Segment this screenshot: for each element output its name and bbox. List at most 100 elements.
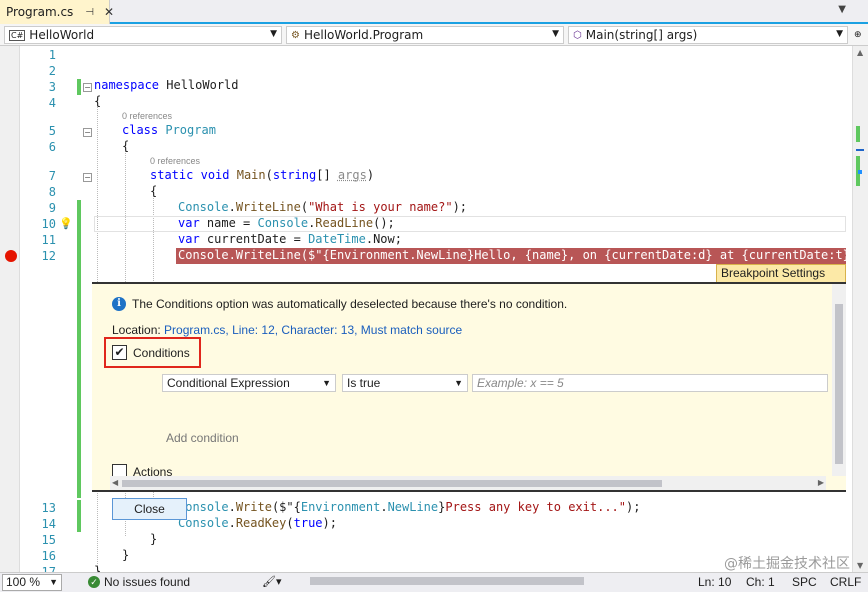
code-line: var name = Console.ReadLine(); <box>178 216 395 230</box>
column-indicator[interactable]: Ch: 1 <box>746 575 775 589</box>
scrollbar-thumb[interactable] <box>122 480 662 487</box>
collapse-icon[interactable]: − <box>83 173 92 182</box>
code-line: } <box>122 548 130 562</box>
navigation-bar: C# HelloWorld ▼ ⚙ HelloWorld.Program ▼ ⬡… <box>0 24 868 46</box>
member-dropdown[interactable]: ⬡ Main(string[] args) ▼ <box>568 26 848 44</box>
code-line: { <box>122 139 130 153</box>
split-window-icon[interactable]: ⊕ <box>854 30 864 40</box>
change-indicator <box>77 500 81 532</box>
code-line: Console.WriteLine("What is your name?"); <box>178 200 468 214</box>
line-number: 12 <box>41 249 56 263</box>
chevron-down-icon: ▼ <box>552 29 559 39</box>
code-line-breakpoint: Console.WriteLine($"{Environment.NewLine… <box>178 248 846 262</box>
line-number: 6 <box>48 140 56 154</box>
chevron-down-icon: ▼ <box>270 29 277 39</box>
line-indicator[interactable]: Ln: 10 <box>698 575 731 589</box>
project-dropdown[interactable]: C# HelloWorld ▼ <box>4 26 282 44</box>
line-number: 4 <box>48 96 56 110</box>
code-line: namespace HelloWorld <box>94 78 239 92</box>
scroll-left-icon[interactable]: ◀ <box>112 478 118 487</box>
zoom-dropdown[interactable]: 100 % ▼ <box>2 574 62 591</box>
whitespace-mode[interactable]: SPC <box>792 575 817 589</box>
breakpoint-icon[interactable] <box>5 250 17 262</box>
conditions-label[interactable]: Conditions <box>133 346 190 360</box>
info-message: The Conditions option was automatically … <box>132 297 568 311</box>
change-indicator <box>77 79 81 95</box>
line-number: 3 <box>48 80 56 94</box>
class-icon: ⚙ <box>291 29 300 41</box>
editor-vertical-scrollbar[interactable]: ▲ ▼ <box>852 46 868 572</box>
condition-operator-select[interactable]: Is true ▼ <box>342 374 468 392</box>
class-dropdown[interactable]: ⚙ HelloWorld.Program ▼ <box>286 26 564 44</box>
check-circle-icon: ✓ <box>88 576 100 588</box>
line-number: 14 <box>41 517 56 531</box>
line-number: 1 <box>48 48 56 62</box>
close-icon[interactable]: ✕ <box>104 5 114 19</box>
line-number: 11 <box>41 233 56 247</box>
line-number: 13 <box>41 501 56 515</box>
tab-program-cs[interactable]: Program.cs ⊣ ✕ <box>0 0 114 24</box>
scroll-right-icon[interactable]: ▶ <box>818 478 824 487</box>
chevron-down-icon: ▼ <box>836 29 843 39</box>
caret-marker <box>856 149 864 151</box>
change-marker <box>856 126 860 142</box>
breakpoint-margin[interactable] <box>0 46 20 572</box>
member-name: Main(string[] args) <box>585 28 698 42</box>
line-number: 15 <box>41 533 56 547</box>
code-line: class Program <box>122 123 216 137</box>
line-ending[interactable]: CRLF <box>830 575 861 589</box>
scrollbar-thumb[interactable] <box>835 304 843 464</box>
pin-icon[interactable]: ⊣ <box>85 7 94 18</box>
class-name: HelloWorld.Program <box>303 28 424 42</box>
scroll-down-icon[interactable]: ▼ <box>857 561 863 570</box>
chevron-down-icon: ▼ <box>322 378 331 388</box>
scroll-up-icon[interactable]: ▲ <box>857 48 863 57</box>
location-label: Location: <box>112 323 165 337</box>
project-name: HelloWorld <box>29 28 95 42</box>
method-icon: ⬡ <box>573 29 582 41</box>
conditions-checkbox[interactable]: ✔ <box>112 345 127 360</box>
info-icon: i <box>112 297 126 311</box>
code-line: var currentDate = DateTime.Now; <box>178 232 402 246</box>
csharp-project-icon: C# <box>9 29 26 41</box>
chevron-down-icon: ▼ <box>454 378 463 388</box>
panel-vertical-scrollbar[interactable] <box>832 284 846 476</box>
scroll-marker <box>858 170 862 174</box>
add-condition-link[interactable]: Add condition <box>166 431 239 445</box>
document-tab-strip: Program.cs ⊣ ✕ ▼ <box>0 0 868 24</box>
line-number: 7 <box>48 169 56 183</box>
breakpoint-settings-tab: Breakpoint Settings <box>716 264 846 283</box>
collapse-icon[interactable]: − <box>83 83 92 92</box>
line-number: 10 <box>41 217 56 231</box>
code-editor[interactable]: 💡 1 2 3 4 5 6 7 8 9 10 11 12 13 14 15 16… <box>0 46 868 572</box>
codelens-references[interactable]: 0 references <box>150 156 200 166</box>
code-cleanup-icon[interactable]: 🖌▾ <box>262 575 282 588</box>
code-line: { <box>94 94 102 108</box>
line-number: 8 <box>48 185 56 199</box>
line-number: 9 <box>48 201 56 215</box>
code-line: } <box>150 532 158 546</box>
condition-type-select[interactable]: Conditional Expression ▼ <box>162 374 336 392</box>
code-line: Console.ReadKey(true); <box>178 516 337 530</box>
chevron-down-icon: ▼ <box>49 577 58 587</box>
tab-title: Program.cs <box>6 5 74 19</box>
tab-list-dropdown-icon[interactable]: ▼ <box>838 4 846 15</box>
panel-horizontal-scrollbar[interactable]: ◀ ▶ <box>110 476 826 490</box>
location-link[interactable]: Program.cs, Line: 12, Character: 13, Mus… <box>164 323 462 337</box>
location-row: Location: Program.cs, Line: 12, Characte… <box>112 323 462 337</box>
condition-expression-input[interactable]: Example: x == 5 <box>472 374 828 392</box>
status-bar: 100 % ▼ ✓ No issues found 🖌▾ Ln: 10 Ch: … <box>0 572 868 592</box>
close-button[interactable]: Close <box>112 498 187 520</box>
issues-status[interactable]: No issues found <box>104 575 190 589</box>
line-number: 2 <box>48 64 56 78</box>
codelens-references[interactable]: 0 references <box>122 111 172 121</box>
lightbulb-icon[interactable]: 💡 <box>59 217 73 230</box>
collapse-icon[interactable]: − <box>83 128 92 137</box>
line-number: 16 <box>41 549 56 563</box>
code-line: { <box>150 184 158 198</box>
line-number: 17 <box>41 565 56 572</box>
breakpoint-settings-panel: i The Conditions option was automaticall… <box>92 282 846 520</box>
code-line: static void Main(string[] args) <box>150 168 375 182</box>
code-line: } <box>94 564 102 572</box>
editor-horizontal-scrollbar-thumb[interactable] <box>310 577 584 585</box>
